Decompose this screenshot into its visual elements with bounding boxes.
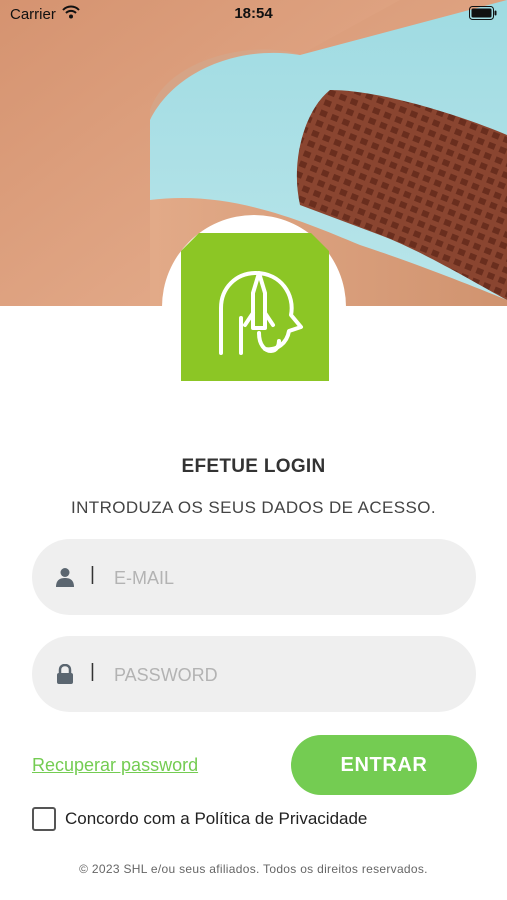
rocket-head-icon xyxy=(219,271,303,355)
page-title: EFETUE LOGIN xyxy=(181,456,326,477)
privacy-consent[interactable]: Concordo com a Política de Privacidade xyxy=(32,807,367,831)
recover-password-link[interactable]: Recuperar password xyxy=(32,755,198,776)
email-input[interactable] xyxy=(112,557,456,599)
status-bar: Carrier 18:54 xyxy=(0,0,507,28)
field-separator: | xyxy=(90,661,95,682)
privacy-checkbox[interactable] xyxy=(32,807,56,831)
user-icon xyxy=(55,567,75,587)
page-subtitle: INTRODUZA OS SEUS DADOS DE ACESSO. xyxy=(70,498,436,517)
password-input[interactable] xyxy=(112,654,456,696)
battery-icon xyxy=(469,6,497,24)
field-separator: | xyxy=(90,564,95,585)
login-button[interactable]: ENTRAR xyxy=(291,735,477,795)
password-field[interactable]: | xyxy=(32,636,476,712)
email-field[interactable]: | xyxy=(32,539,476,615)
lock-icon xyxy=(55,663,75,684)
clock: 18:54 xyxy=(234,5,273,22)
privacy-consent-label: Concordo com a Política de Privacidade xyxy=(65,809,368,828)
app-logo xyxy=(181,233,329,381)
footer-copyright: © 2023 SHL e/ou seus afiliados. Todos os… xyxy=(79,862,428,876)
